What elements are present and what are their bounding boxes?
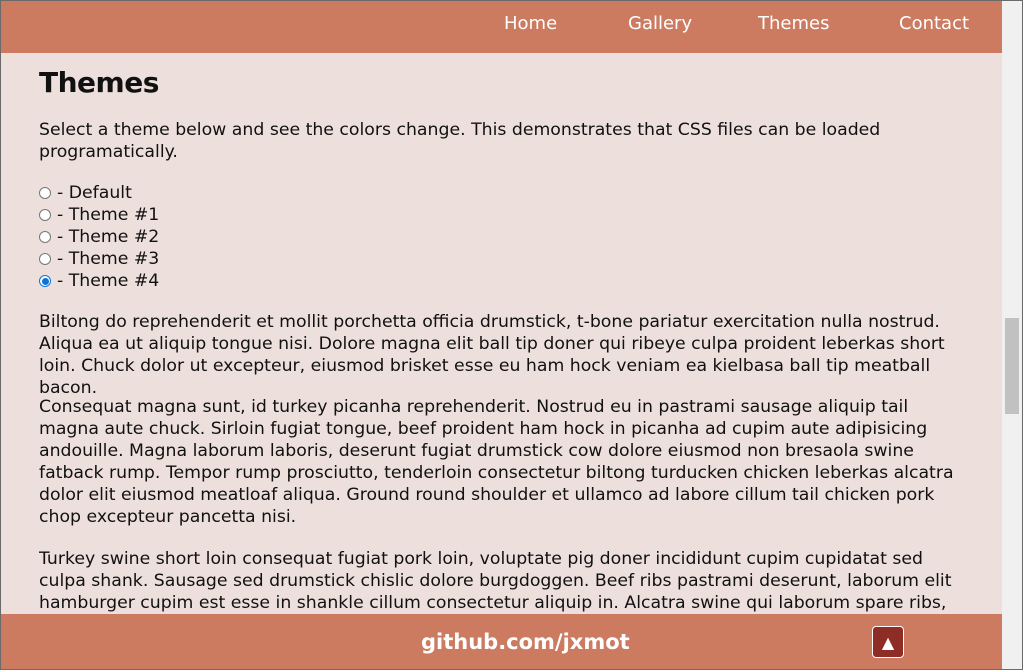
theme-option-label: - Theme #2 bbox=[57, 227, 160, 247]
page-title: Themes bbox=[39, 66, 159, 99]
nav-themes-link[interactable]: Themes bbox=[758, 14, 829, 34]
nav-contact-link[interactable]: Contact bbox=[899, 14, 969, 34]
intro-text: Select a theme below and see the colors … bbox=[39, 120, 881, 162]
browser-viewport: Home Gallery Themes Contact Themes Selec… bbox=[0, 0, 1023, 670]
top-navbar: Home Gallery Themes Contact bbox=[1, 1, 1002, 53]
footer-bar: github.com/jxmot ▲ bbox=[1, 614, 1002, 669]
theme-option-4[interactable]: - Theme #4 bbox=[39, 270, 159, 292]
main-content: Themes Select a theme below and see the … bbox=[39, 53, 979, 613]
theme-option-default[interactable]: - Default bbox=[39, 182, 159, 204]
nav-gallery-link[interactable]: Gallery bbox=[628, 14, 692, 34]
radio-theme-2[interactable] bbox=[39, 231, 51, 243]
theme-option-1[interactable]: - Theme #1 bbox=[39, 204, 159, 226]
nav-home-link[interactable]: Home bbox=[504, 14, 557, 34]
theme-option-label: - Theme #4 bbox=[57, 271, 160, 291]
theme-option-2[interactable]: - Theme #2 bbox=[39, 226, 159, 248]
scrollbar-thumb[interactable] bbox=[1005, 318, 1019, 414]
back-to-top-button[interactable]: ▲ bbox=[872, 626, 904, 658]
radio-theme-4[interactable] bbox=[39, 275, 51, 287]
vertical-scrollbar[interactable] bbox=[1002, 1, 1022, 669]
theme-option-label: - Default bbox=[57, 183, 132, 203]
paragraph-2: Consequat magna sunt, id turkey picanha … bbox=[39, 397, 954, 527]
radio-theme-3[interactable] bbox=[39, 253, 51, 265]
github-link[interactable]: github.com/jxmot bbox=[421, 630, 630, 654]
theme-option-label: - Theme #1 bbox=[57, 205, 160, 225]
radio-theme-1[interactable] bbox=[39, 209, 51, 221]
theme-option-label: - Theme #3 bbox=[57, 249, 160, 269]
theme-radio-group: - Default - Theme #1 - Theme #2 - Theme … bbox=[39, 182, 159, 292]
paragraph-1: Biltong do reprehenderit et mollit porch… bbox=[39, 312, 945, 398]
arrow-up-icon: ▲ bbox=[881, 632, 895, 652]
theme-option-3[interactable]: - Theme #3 bbox=[39, 248, 159, 270]
paragraph-3: Turkey swine short loin consequat fugiat… bbox=[39, 549, 952, 613]
radio-default[interactable] bbox=[39, 187, 51, 199]
